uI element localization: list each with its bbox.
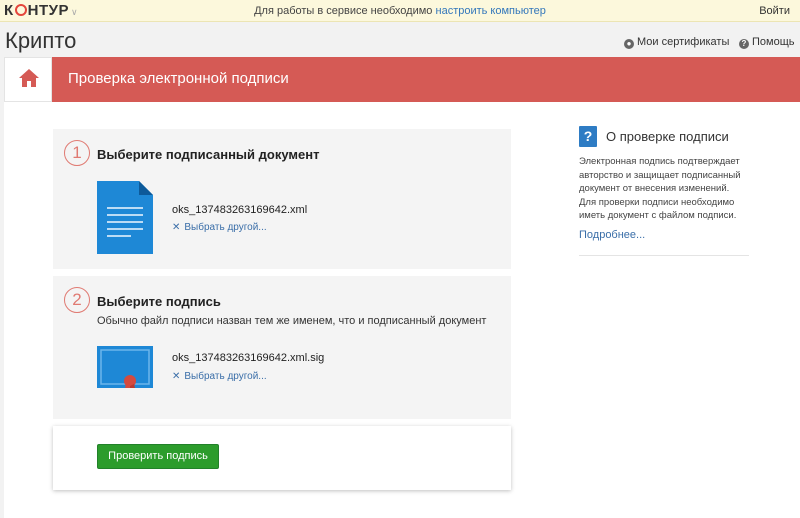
help-label: Помощь — [752, 36, 795, 48]
my-certificates-label: Мои сертификаты — [637, 36, 730, 48]
help-link[interactable]: ? Помощь — [739, 36, 795, 49]
side-description: Электронная подпись подтверждает авторст… — [579, 156, 741, 221]
signature-certificate-icon — [97, 346, 153, 393]
side-title: О проверке подписи — [606, 129, 729, 144]
close-icon: ✕ — [172, 371, 181, 382]
verify-signature-button[interactable]: Проверить подпись — [97, 444, 219, 469]
step-number: 1 — [64, 140, 90, 166]
certificate-icon: ● — [624, 39, 634, 49]
page-title: Проверка электронной подписи — [68, 70, 289, 87]
document-file-name: oks_137483263169642.xml — [172, 204, 308, 216]
page-banner: Проверка электронной подписи — [4, 57, 800, 102]
step-title: Выберите подпись — [97, 294, 221, 309]
main-content: 1 Выберите подписанный документ oks_1374… — [4, 102, 800, 518]
step-number: 2 — [64, 287, 90, 313]
app-title: Крипто — [5, 28, 77, 53]
more-link[interactable]: Подробнее... — [579, 229, 645, 241]
top-notice-bar: К НТУР ∨ Для работы в сервисе необходимо н… — [0, 0, 800, 22]
home-button[interactable] — [4, 57, 52, 102]
about-verification-panel: ? О проверке подписи Электронная подпись… — [579, 126, 749, 256]
choose-other-signature-link[interactable]: ✕ Выбрать другой... — [172, 371, 267, 382]
step-title: Выберите подписанный документ — [97, 147, 320, 162]
step-select-document: 1 Выберите подписанный документ oks_1374… — [53, 129, 511, 269]
home-icon — [19, 69, 39, 87]
login-link[interactable]: Войти — [759, 5, 790, 17]
choose-other-label: Выбрать другой... — [184, 371, 267, 382]
close-icon: ✕ — [172, 222, 181, 233]
app-header: Крипто ● Мои сертификаты ? Помощь — [0, 23, 800, 57]
signature-file-name: oks_137483263169642.xml.sig — [172, 352, 325, 364]
setup-notice-text: Для работы в сервисе необходимо — [254, 5, 433, 17]
choose-other-document-link[interactable]: ✕ Выбрать другой... — [172, 222, 267, 233]
question-icon: ? — [739, 39, 749, 49]
verify-panel: Проверить подпись — [53, 426, 511, 490]
my-certificates-link[interactable]: ● Мои сертификаты — [624, 36, 729, 49]
setup-notice: Для работы в сервисе необходимо настроит… — [0, 5, 800, 17]
question-book-icon: ? — [579, 126, 597, 147]
step-hint: Обычно файл подписи назван тем же именем… — [97, 315, 487, 327]
setup-computer-link[interactable]: настроить компьютер — [436, 5, 546, 17]
document-file-icon — [97, 181, 153, 259]
step-select-signature: 2 Выберите подпись Обычно файл подписи н… — [53, 276, 511, 419]
choose-other-label: Выбрать другой... — [184, 222, 267, 233]
